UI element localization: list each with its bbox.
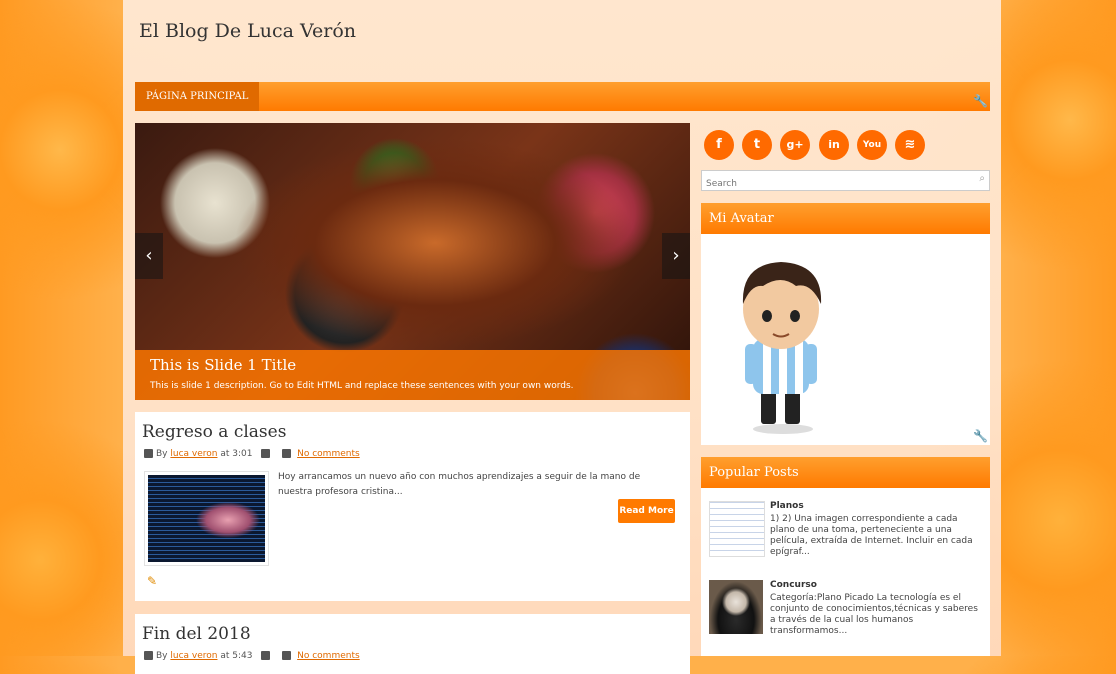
avatar-widget: 🔧 [701,234,990,445]
youtube-icon[interactable]: You [857,130,887,160]
comments-link[interactable]: No comments [297,651,360,661]
post-image [148,475,265,562]
post-thumbnail[interactable] [144,471,269,566]
popular-post-title[interactable]: Planos [770,501,804,511]
edit-pencil-icon[interactable]: ✎ [147,574,157,588]
list-item[interactable]: Concurso Categoría:Plano Picado La tecno… [709,580,984,636]
blog-title[interactable]: El Blog De Luca Verón [139,20,356,42]
popular-post-snippet: 1) 2) Una imagen correspondiente a cada … [770,514,973,557]
nav-item-home[interactable]: PÁGINA PRINCIPAL [135,82,260,111]
slide-description: This is slide 1 description. Go to Edit … [150,381,574,391]
post-card: Fin del 2018 By luca veron at 5:43 No co… [135,614,690,674]
author-link[interactable]: luca veron [170,651,217,661]
search-icon[interactable]: ⌕ [979,173,985,184]
popular-post-thumbnail[interactable] [709,580,763,634]
google-plus-icon[interactable]: g+ [780,130,810,160]
post-excerpt: Hoy arrancamos un nuevo año con muchos a… [278,472,641,497]
page-container: El Blog De Luca Verón PÁGINA PRINCIPAL 🔧… [123,0,1001,674]
rss-icon[interactable]: ≋ [895,130,925,160]
twitter-icon[interactable]: t [742,130,772,160]
popular-post-title[interactable]: Concurso [770,580,817,590]
facebook-icon[interactable]: f [704,130,734,160]
wrench-icon[interactable]: 🔧 [973,94,988,108]
tag-icon [261,449,271,458]
slider-prev-button[interactable]: ‹ [135,233,163,279]
popular-post-thumbnail[interactable] [709,501,765,557]
post-card: Regreso a clases By luca veron at 3:01 N… [135,412,690,601]
slider-next-button[interactable]: › [662,233,690,279]
avatar [742,262,822,434]
post-meta: By luca veron at 5:43 No comments [144,651,360,661]
wrench-icon[interactable]: 🔧 [973,429,988,443]
image-slider[interactable]: ‹ › This is Slide 1 Title This is slide … [135,123,690,400]
avatar-widget-title: Mi Avatar [701,203,990,234]
search-input[interactable] [702,175,970,193]
main-nav: PÁGINA PRINCIPAL 🔧 [135,82,990,111]
popular-post-snippet: Categoría:Plano Picado La tecnología es … [770,593,978,636]
list-item[interactable]: Planos 1) 2) Una imagen correspondiente … [709,501,984,557]
slide-caption: This is Slide 1 Title This is slide 1 de… [135,350,690,400]
read-more-button[interactable]: Read More [618,499,675,523]
search-box: ⌕ [701,170,990,193]
post-title[interactable]: Regreso a clases [142,422,286,442]
calendar-icon [144,449,153,458]
linkedin-icon[interactable]: in [819,130,849,160]
popular-posts-widget: Planos 1) 2) Una imagen correspondiente … [701,488,990,656]
post-meta: By luca veron at 3:01 No comments [144,449,360,459]
comments-icon [282,449,292,458]
comments-link[interactable]: No comments [297,449,360,459]
popular-posts-title: Popular Posts [701,457,990,488]
slide-title[interactable]: This is Slide 1 Title [150,356,296,374]
post-title[interactable]: Fin del 2018 [142,624,251,644]
author-link[interactable]: luca veron [170,449,217,459]
